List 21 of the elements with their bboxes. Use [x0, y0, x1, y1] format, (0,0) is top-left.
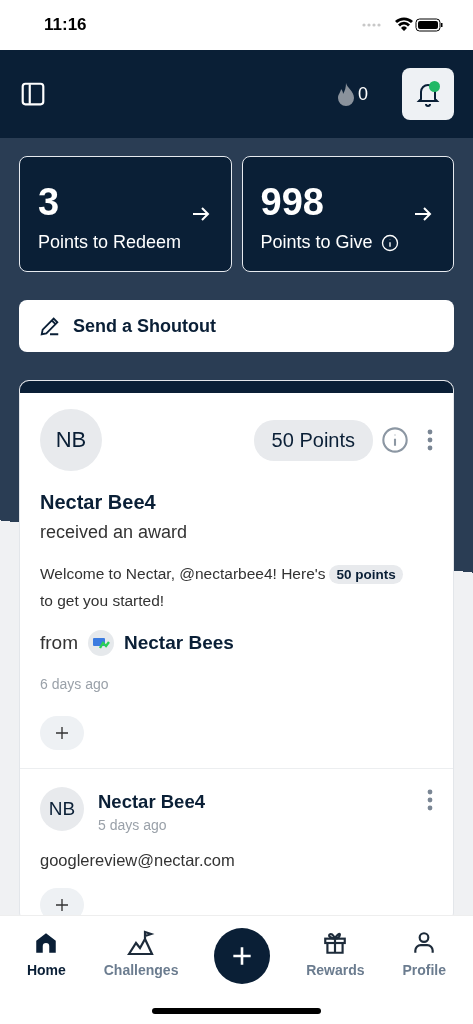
- post-text: googlereview@nectar.com: [40, 851, 236, 870]
- points-card[interactable]: 998 Points to Give: [241, 156, 454, 272]
- streak-count: 0: [358, 83, 368, 105]
- author-name: Nectar Bee4: [98, 791, 205, 813]
- nav-tab[interactable]: Challenges: [101, 926, 181, 982]
- award-message: Welcome to Nectar, @nectarbee4! Here's 50 points to get you started!: [40, 561, 433, 614]
- send-shoutout-button[interactable]: Send a Shoutout: [19, 300, 454, 352]
- post-time: 6 days ago: [40, 676, 110, 692]
- avatar: NB: [40, 409, 102, 471]
- recipient-name: Nectar Bee4: [40, 491, 157, 514]
- sender-name[interactable]: Nectar Bees: [124, 632, 234, 654]
- nav-tab[interactable]: Profile: [400, 926, 449, 982]
- award-description: received an award: [40, 522, 189, 543]
- post-time: 5 days ago: [98, 817, 168, 833]
- from-label: from: [40, 632, 78, 654]
- nav-tab[interactable]: Rewards: [304, 926, 367, 982]
- avatar: NB: [40, 787, 84, 831]
- points-card[interactable]: 3 Points to Redeem: [19, 156, 232, 272]
- status-time: 11:16: [44, 15, 87, 35]
- points-badge: 50 Points: [253, 419, 373, 461]
- nav-tab[interactable]: Home: [24, 926, 68, 982]
